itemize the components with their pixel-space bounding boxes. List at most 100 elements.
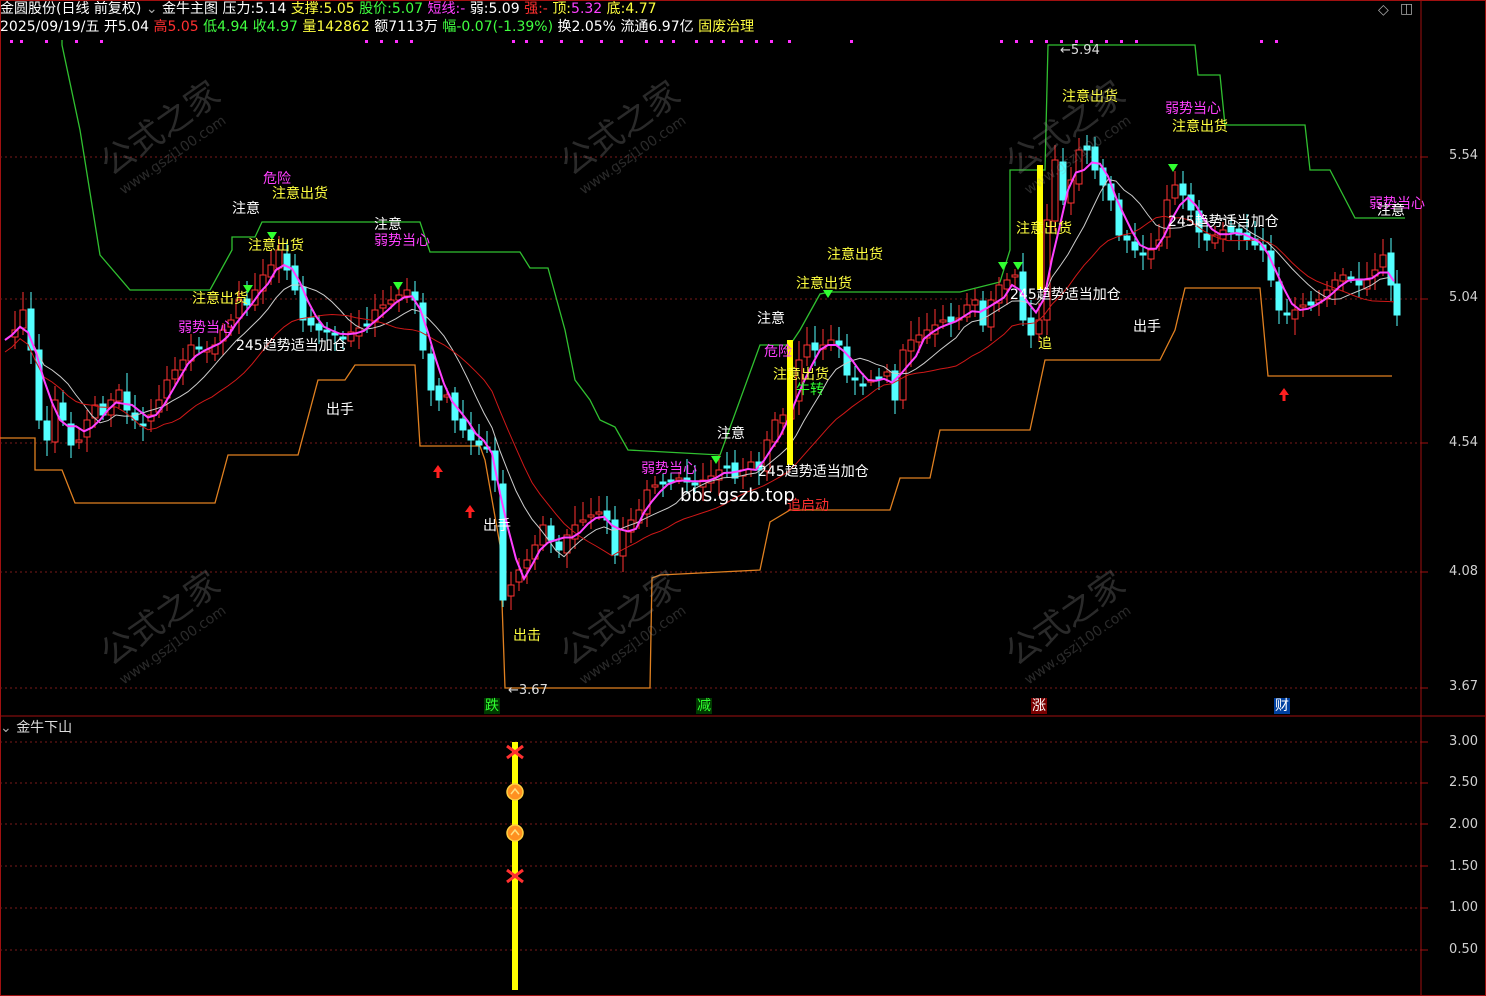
candle-body: [1123, 235, 1131, 241]
candle-body: [771, 419, 779, 443]
top-dot-marker: [1275, 40, 1278, 43]
top-dot-marker: [1030, 40, 1033, 43]
y-label-sub-0: 3.00: [1449, 734, 1478, 749]
tag-fall: 跌: [484, 698, 500, 714]
candle-body: [1139, 252, 1147, 256]
tag-reduce: 减: [696, 698, 712, 714]
sub-circle-marker: [506, 824, 524, 842]
candle-body: [835, 340, 843, 346]
candle-body: [307, 317, 315, 326]
candle-body: [43, 420, 51, 441]
candle-body: [971, 299, 979, 306]
candle-body: [619, 529, 627, 557]
top-dot-marker: [620, 40, 623, 43]
y-label-main-0: 5.54: [1449, 148, 1478, 163]
candle-body: [675, 477, 683, 481]
candle-body: [859, 383, 867, 387]
y-label-main-1: 5.04: [1449, 290, 1478, 305]
signal-weak: 弱势当心: [1165, 101, 1221, 117]
candle-body: [1171, 184, 1179, 199]
candle-body: [323, 329, 331, 333]
candle-body: [779, 414, 787, 424]
top-dot-marker: [75, 40, 78, 43]
candle-body: [1275, 281, 1283, 311]
candle-body: [1291, 309, 1299, 320]
candle-body: [659, 481, 667, 485]
candle-body: [915, 334, 923, 343]
down-arrow-icon: [393, 282, 403, 290]
sub-circle-marker: [506, 783, 524, 801]
candle-body: [811, 342, 819, 351]
candle-body: [747, 461, 755, 470]
signal-strike: 出手: [1133, 319, 1161, 335]
signal-weak: 弱势当心: [374, 233, 430, 249]
candle-body: [379, 304, 387, 309]
candle-body: [547, 525, 555, 541]
signal-watch-sell: 注意出货: [1172, 119, 1228, 135]
candle-body: [1011, 274, 1019, 278]
up-arrow-icon: [465, 505, 475, 518]
candle-body: [731, 462, 739, 479]
signal-watch-sell: 注意出货: [1016, 221, 1072, 237]
top-dot-marker: [10, 40, 13, 43]
signal-attack: 出击: [513, 628, 541, 644]
top-dot-marker: [850, 40, 853, 43]
signal-bull-turn: 牛转: [796, 382, 824, 398]
candle-body: [123, 391, 131, 411]
y-label-main-4: 3.67: [1449, 679, 1478, 694]
top-dot-marker: [1260, 40, 1263, 43]
top-dot-marker: [580, 40, 583, 43]
top-dot-marker: [525, 40, 528, 43]
signal-watch-sell: 注意出货: [272, 186, 328, 202]
down-arrow-icon: [1013, 262, 1023, 270]
signal-danger: 危险: [263, 171, 291, 187]
candle-body: [803, 344, 811, 358]
candle-body: [947, 316, 955, 323]
candle-body: [427, 353, 435, 391]
candle-body: [1355, 280, 1363, 286]
top-dot-marker: [395, 40, 398, 43]
top-dot-marker: [660, 40, 663, 43]
down-arrow-icon: [998, 262, 1008, 270]
sub-panel-menu-icon[interactable]: ⌄: [0, 720, 12, 736]
y-label-sub-3: 1.50: [1449, 859, 1478, 874]
signal-watch-sell: 注意出货: [827, 247, 883, 263]
sub-panel-header[interactable]: ⌄ 金牛下山: [0, 720, 72, 736]
top-dot-marker: [710, 40, 713, 43]
site-mark: bbs.gszb.top: [680, 485, 795, 506]
top-dot-marker: [1000, 40, 1003, 43]
top-dot-marker: [45, 40, 48, 43]
top-dot-marker: [740, 40, 743, 43]
top-dot-marker: [365, 40, 368, 43]
candle-body: [1299, 304, 1307, 308]
top-dot-marker: [20, 40, 23, 43]
tag-rise: 涨: [1031, 698, 1047, 714]
top-dot-marker: [600, 40, 603, 43]
candle-body: [403, 289, 411, 297]
y-label-sub-5: 0.50: [1449, 942, 1478, 957]
candle-body: [195, 346, 203, 350]
up-arrow-icon: [1279, 388, 1289, 401]
top-dot-marker: [695, 40, 698, 43]
candle-body: [75, 439, 83, 443]
candle-body: [507, 584, 515, 597]
candle-body: [435, 385, 443, 401]
tag-wealth: 财: [1274, 698, 1290, 714]
candle-body: [171, 369, 179, 380]
candle-body: [59, 402, 67, 421]
y-label-main-3: 4.08: [1449, 564, 1478, 579]
candle-body: [979, 300, 987, 326]
signal-weak: 弱势当心: [641, 461, 697, 477]
top-dot-marker: [560, 40, 563, 43]
signal-watch-sell: 注意出货: [796, 276, 852, 292]
sub-yellow-bar: [512, 742, 518, 990]
signal-watch: 注意: [717, 426, 745, 442]
top-dot-marker: [540, 40, 543, 43]
signal-watch-sell: 注意出货: [773, 367, 829, 383]
candle-body: [851, 377, 859, 381]
candle-body: [579, 519, 587, 523]
signal-danger: 危险: [764, 344, 792, 360]
top-dot-marker: [410, 40, 413, 43]
up-arrow-icon: [433, 465, 443, 478]
candle-body: [595, 511, 603, 515]
